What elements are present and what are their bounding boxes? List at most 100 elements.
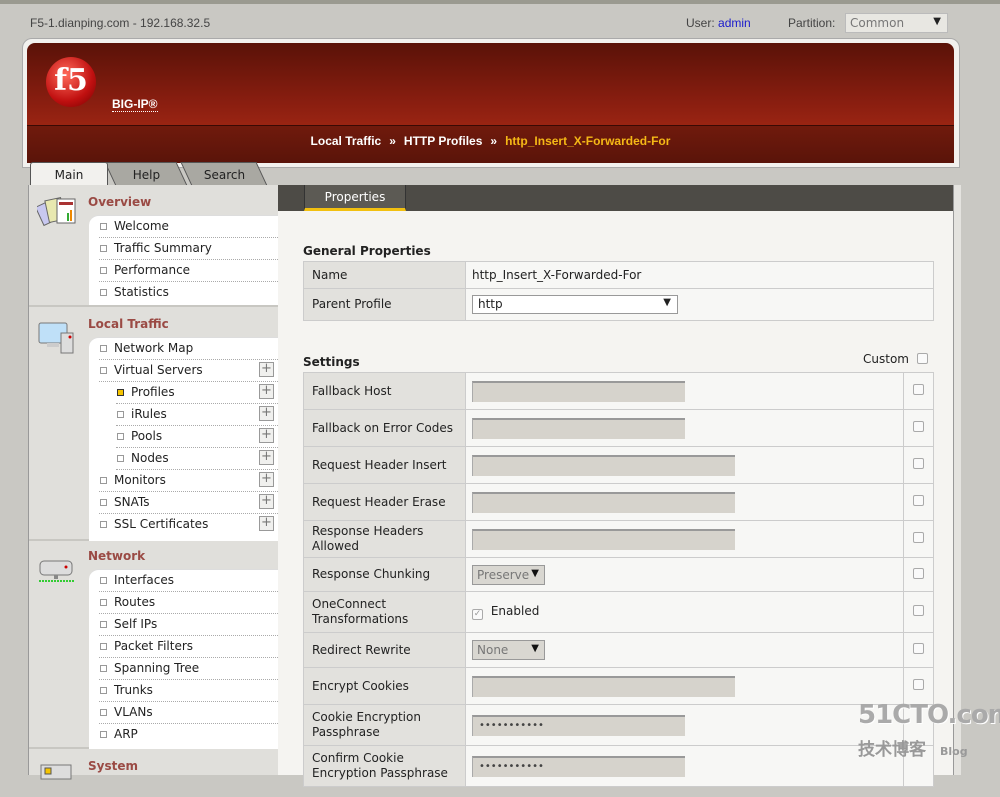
dropdown-arrow-icon: ▼ <box>933 16 941 27</box>
network-device-icon <box>39 560 74 582</box>
custom-all: Custom <box>863 352 928 366</box>
sidebar-item-routes[interactable]: Routes <box>99 592 278 614</box>
oneconnect-checkbox[interactable]: ✓ <box>472 609 483 620</box>
tab-search[interactable]: Search <box>180 162 268 186</box>
encrypt-cookies-input[interactable] <box>472 675 735 697</box>
response-chunking-select[interactable]: Preserve ▼ <box>472 564 545 585</box>
bullet-icon <box>100 223 107 230</box>
custom-checkbox[interactable] <box>913 458 924 469</box>
sidebar-item-profiles[interactable]: Profiles + <box>116 382 278 404</box>
sidebar-item-statistics[interactable]: Statistics <box>99 282 278 304</box>
custom-checkbox[interactable] <box>913 679 924 690</box>
custom-checkbox[interactable] <box>913 384 924 395</box>
partition-value: Common <box>850 16 905 30</box>
banner: f5 BIG-IP® Local Traffic » HTTP Profiles » h… <box>27 43 954 163</box>
sidebar-item-nodes[interactable]: Nodes + <box>116 448 278 470</box>
f5-logo[interactable]: f5 <box>46 57 96 107</box>
sidebar-item-ssl-certificates[interactable]: SSL Certificates + <box>99 514 278 536</box>
sidebar-item-snats[interactable]: SNATs + <box>99 492 278 514</box>
plus-icon[interactable]: + <box>259 406 274 421</box>
fallback-error-codes-input[interactable] <box>472 417 685 439</box>
fallback-host-input[interactable] <box>472 380 685 402</box>
section-title[interactable]: Overview <box>88 195 151 209</box>
confirm-passphrase-label: Confirm Cookie Encryption Passphrase <box>303 745 466 787</box>
sidebar-item-virtual-servers[interactable]: Virtual Servers + <box>99 360 278 382</box>
tab-help[interactable]: Help <box>104 162 188 186</box>
bullet-icon <box>100 477 107 484</box>
sidebar-item-irules[interactable]: iRules + <box>116 404 278 426</box>
tab-properties[interactable]: Properties <box>304 185 406 211</box>
plus-icon[interactable]: + <box>259 362 274 377</box>
confirm-passphrase-input[interactable]: ••••••••••• <box>472 755 685 777</box>
bullet-icon <box>100 599 107 606</box>
dropdown-arrow-icon: ▼ <box>663 297 671 308</box>
sidebar-item-monitors[interactable]: Monitors + <box>99 470 278 492</box>
plus-icon[interactable]: + <box>259 384 274 399</box>
custom-checkbox[interactable] <box>913 495 924 506</box>
section-title[interactable]: Local Traffic <box>88 317 169 331</box>
breadcrumb-local-traffic[interactable]: Local Traffic <box>311 134 382 148</box>
sidebar-item-pools[interactable]: Pools + <box>116 426 278 448</box>
sidebar-item-performance[interactable]: Performance <box>99 260 278 282</box>
tab-label: Help <box>132 168 161 182</box>
breadcrumb-separator: » <box>389 134 396 148</box>
plus-icon[interactable]: + <box>259 516 274 531</box>
bullet-icon <box>100 499 107 506</box>
watermark-subtitle: 技术博客 Blog <box>858 735 968 760</box>
section-title[interactable]: Network <box>88 549 145 563</box>
parent-profile-label: Parent Profile <box>303 288 466 321</box>
plus-icon[interactable]: + <box>259 472 274 487</box>
sidebar-item-self-ips[interactable]: Self IPs <box>99 614 278 636</box>
settings-table: Fallback Host Fallback on Error Codes Re… <box>303 372 934 787</box>
breadcrumb-separator: » <box>490 134 498 148</box>
section-title[interactable]: System <box>88 759 138 773</box>
bullet-icon <box>100 267 107 274</box>
custom-checkbox[interactable] <box>913 605 924 616</box>
item-label: Virtual Servers <box>114 363 203 377</box>
user-link[interactable]: admin <box>718 16 751 30</box>
item-label: Monitors <box>114 473 166 487</box>
request-header-insert-input[interactable] <box>472 454 735 476</box>
bullet-icon <box>100 345 107 352</box>
tab-main[interactable]: Main <box>30 162 108 186</box>
sidebar-item-trunks[interactable]: Trunks <box>99 680 278 702</box>
plus-icon[interactable]: + <box>259 450 274 465</box>
plus-icon[interactable]: + <box>259 428 274 443</box>
sidebar-item-interfaces[interactable]: Interfaces <box>99 570 278 592</box>
dropdown-arrow-icon: ▼ <box>531 567 539 579</box>
sidebar-item-network-map[interactable]: Network Map <box>99 338 278 360</box>
request-header-erase-input[interactable] <box>472 491 735 513</box>
section-network: Network Interfaces Routes Self IPs Packe… <box>29 543 278 749</box>
item-label: SSL Certificates <box>114 517 209 531</box>
bullet-icon <box>100 709 107 716</box>
breadcrumb-http-profiles[interactable]: HTTP Profiles <box>404 134 482 148</box>
custom-checkbox[interactable] <box>913 421 924 432</box>
sidebar-item-arp[interactable]: ARP <box>99 724 278 746</box>
plus-icon[interactable]: + <box>259 494 274 509</box>
oneconnect-value: Enabled <box>490 604 540 618</box>
custom-all-checkbox[interactable] <box>916 353 928 364</box>
sidebar-item-vlans[interactable]: VLANs <box>99 702 278 724</box>
select-value: Preserve <box>477 567 530 582</box>
custom-checkbox[interactable] <box>913 532 924 543</box>
name-label: Name <box>303 261 466 289</box>
item-label: iRules <box>131 407 167 421</box>
item-label: Spanning Tree <box>114 661 200 675</box>
custom-checkbox[interactable] <box>913 567 924 579</box>
item-label: Network Map <box>114 341 194 355</box>
sidebar-item-traffic-summary[interactable]: Traffic Summary <box>99 238 278 260</box>
parent-profile-select[interactable]: http ▼ <box>472 295 678 314</box>
table-row: Redirect Rewrite None ▼ <box>303 632 934 668</box>
sidebar-item-packet-filters[interactable]: Packet Filters <box>99 636 278 658</box>
custom-checkbox[interactable] <box>913 643 924 654</box>
general-properties-title: General Properties <box>303 244 431 258</box>
sidebar-item-welcome[interactable]: Welcome <box>99 216 278 238</box>
breadcrumb-current: http_Insert_X-Forwarded-For <box>505 134 671 148</box>
product-name[interactable]: BIG-IP® <box>112 97 158 112</box>
response-headers-allowed-input[interactable] <box>472 528 735 550</box>
request-header-erase-label: Request Header Erase <box>303 483 466 521</box>
redirect-rewrite-select[interactable]: None ▼ <box>472 640 545 660</box>
partition-select[interactable]: Common ▼ <box>845 13 948 33</box>
sidebar-item-spanning-tree[interactable]: Spanning Tree <box>99 658 278 680</box>
cookie-passphrase-input[interactable]: ••••••••••• <box>472 714 685 736</box>
